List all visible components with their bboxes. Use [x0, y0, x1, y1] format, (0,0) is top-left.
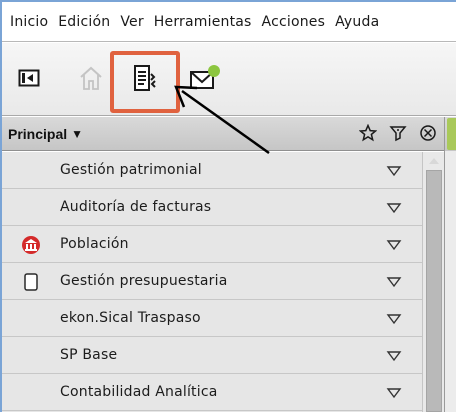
expand-triangle-icon[interactable]	[386, 165, 402, 177]
list-item-label: Gestión presupuestaria	[60, 273, 228, 289]
panel-header: Principal ▼	[2, 117, 444, 151]
menu-acciones[interactable]: Acciones	[262, 14, 326, 30]
expand-triangle-icon[interactable]	[386, 387, 402, 399]
vertical-scrollbar[interactable]	[422, 152, 444, 412]
mail-button[interactable]	[188, 61, 222, 95]
list-item-label: Población	[60, 236, 129, 252]
document-list-icon	[132, 64, 158, 92]
side-tab[interactable]	[447, 118, 456, 150]
menu-inicio[interactable]: Inicio	[10, 14, 48, 30]
menu-ayuda[interactable]: Ayuda	[335, 14, 379, 30]
list-item[interactable]: SP Base	[2, 337, 422, 374]
list-item-label: ekon.Sical Traspaso	[60, 310, 201, 326]
menu-edicion[interactable]: Edición	[58, 14, 110, 30]
menu-bar: Inicio Edición Ver Herramientas Acciones…	[2, 2, 456, 42]
expand-triangle-icon[interactable]	[386, 239, 402, 251]
home-icon	[79, 65, 103, 91]
list-item-label: Auditoría de facturas	[60, 199, 212, 215]
panel-collapse-icon	[18, 68, 40, 88]
list-item[interactable]: Gestión presupuestaria	[2, 263, 422, 300]
expand-triangle-icon[interactable]	[386, 276, 402, 288]
toolbar	[2, 43, 456, 116]
scroll-up-icon[interactable]	[425, 154, 442, 168]
list-item[interactable]: Auditoría de facturas	[2, 189, 422, 226]
star-icon[interactable]	[358, 123, 378, 143]
list-item[interactable]: Gestión patrimonial	[2, 152, 422, 189]
menu-herramientas[interactable]: Herramientas	[154, 14, 252, 30]
caret-down-icon: ▼	[71, 126, 84, 141]
panel-title-dropdown[interactable]: Principal ▼	[2, 126, 83, 142]
panel-collapse-button[interactable]	[12, 61, 46, 95]
list-item[interactable]: Contabilidad Analítica	[2, 374, 422, 411]
close-circle-icon[interactable]	[418, 123, 438, 143]
list-item-label: SP Base	[60, 347, 118, 363]
mail-notification-icon	[189, 64, 221, 92]
expand-triangle-icon[interactable]	[386, 313, 402, 325]
checkbox-icon[interactable]	[21, 272, 41, 292]
right-panel-strip	[444, 117, 456, 412]
panel-title: Principal	[8, 125, 68, 142]
document-list-button[interactable]	[128, 61, 162, 95]
expand-triangle-icon[interactable]	[386, 202, 402, 214]
list-item-label: Contabilidad Analítica	[60, 384, 218, 400]
filter-icon[interactable]	[388, 123, 408, 143]
scrollbar-thumb[interactable]	[426, 170, 442, 412]
home-button[interactable]	[74, 61, 108, 95]
menu-ver[interactable]: Ver	[120, 14, 143, 30]
list-item[interactable]: ekon.Sical Traspaso	[2, 300, 422, 337]
list-item[interactable]: Población	[2, 226, 422, 263]
list-item-label: Gestión patrimonial	[60, 162, 202, 178]
module-list: Gestión patrimonial Auditoría de factura…	[2, 152, 422, 412]
expand-triangle-icon[interactable]	[386, 350, 402, 362]
town-hall-icon	[21, 235, 41, 255]
